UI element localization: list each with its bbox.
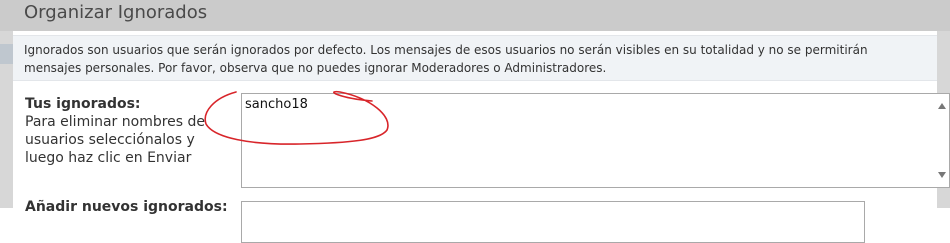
sidebar-tab[interactable]: [0, 44, 13, 64]
ignored-list-label: Tus ignorados:: [25, 96, 141, 112]
ignored-list-help: Para eliminar nombres de usuarios selecc…: [25, 114, 206, 166]
ignored-list-label-block: Tus ignorados: Para eliminar nombres de …: [25, 95, 235, 167]
page-header: Organizar Ignorados: [0, 0, 950, 31]
info-notice: Ignorados son usuarios que serán ignorad…: [13, 35, 937, 81]
add-ignored-input[interactable]: [241, 201, 865, 243]
ignored-user-option[interactable]: sancho18: [245, 97, 308, 112]
scroll-up-icon[interactable]: [938, 103, 946, 109]
ignored-users-select[interactable]: sancho18: [241, 93, 950, 188]
page-title: Organizar Ignorados: [24, 2, 208, 23]
add-ignored-label: Añadir nuevos ignorados:: [25, 199, 228, 215]
ignore-settings-panel: Ignorados son usuarios que serán ignorad…: [13, 31, 950, 243]
scroll-down-icon[interactable]: [938, 172, 946, 178]
left-sidebar-edge: [0, 31, 13, 208]
info-notice-text: Ignorados son usuarios que serán ignorad…: [24, 43, 868, 75]
